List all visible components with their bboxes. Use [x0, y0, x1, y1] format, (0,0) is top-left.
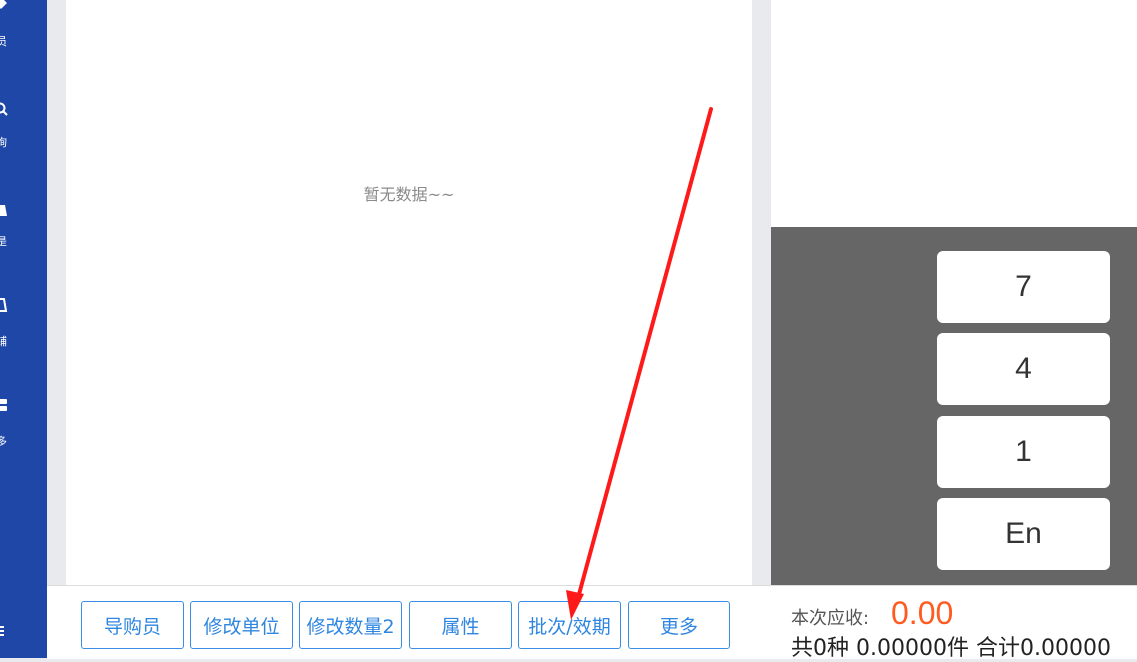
totals-text: 共0种 0.00000件 合计0.00000 [791, 636, 1111, 661]
diamond-icon [0, 0, 7, 9]
more-button[interactable]: 更多 [628, 601, 730, 649]
product-list-panel: 暂无数据~~ [66, 0, 752, 585]
sidebar-item-bag[interactable]: 是 [0, 198, 47, 258]
bottom-action-bar: 导购员 修改单位 修改数量2 属性 批次/效期 更多 本次应收: 0.00 共0… [47, 585, 1137, 661]
empty-list-message: 暂无数据~~ [363, 185, 455, 204]
bag-icon [0, 205, 7, 216]
key-4[interactable]: 4 [937, 333, 1110, 405]
grid-icon [0, 399, 7, 411]
key-1[interactable]: 1 [937, 416, 1110, 488]
numeric-keypad: 7 4 1 En [771, 227, 1137, 587]
sidebar-item-label: 员 [0, 35, 7, 48]
sidebar-item-label: 铺 [0, 335, 7, 348]
amount-due-value: 0.00 [891, 595, 954, 631]
cart-icon [0, 298, 8, 312]
menu-icon [0, 626, 4, 636]
sidebar: 员 询 是 铺 多 [0, 0, 47, 658]
amount-due-label: 本次应收: [791, 608, 870, 629]
sidebar-item-more[interactable]: 多 [0, 396, 47, 456]
sidebar-item-cart[interactable]: 铺 [0, 296, 47, 356]
right-info-panel [771, 0, 1137, 227]
sidebar-item-label: 询 [0, 136, 7, 149]
search-icon [0, 102, 8, 116]
sidebar-item-label: 多 [0, 435, 7, 448]
batch-expiry-button[interactable]: 批次/效期 [518, 601, 621, 649]
key-7[interactable]: 7 [937, 251, 1110, 323]
change-quantity-button[interactable]: 修改数量2 [299, 601, 402, 649]
sidebar-item-menu[interactable] [0, 620, 47, 650]
sidebar-item-query[interactable]: 询 [0, 98, 47, 158]
sidebar-item-label: 是 [0, 235, 7, 248]
guide-button[interactable]: 导购员 [81, 601, 184, 649]
order-summary: 本次应收: 0.00 共0种 0.00000件 合计0.00000 [791, 586, 1137, 661]
key-enter[interactable]: En [937, 498, 1110, 570]
change-unit-button[interactable]: 修改单位 [190, 601, 293, 649]
sidebar-item-member[interactable]: 员 [0, 0, 47, 60]
attribute-button[interactable]: 属性 [409, 601, 512, 649]
